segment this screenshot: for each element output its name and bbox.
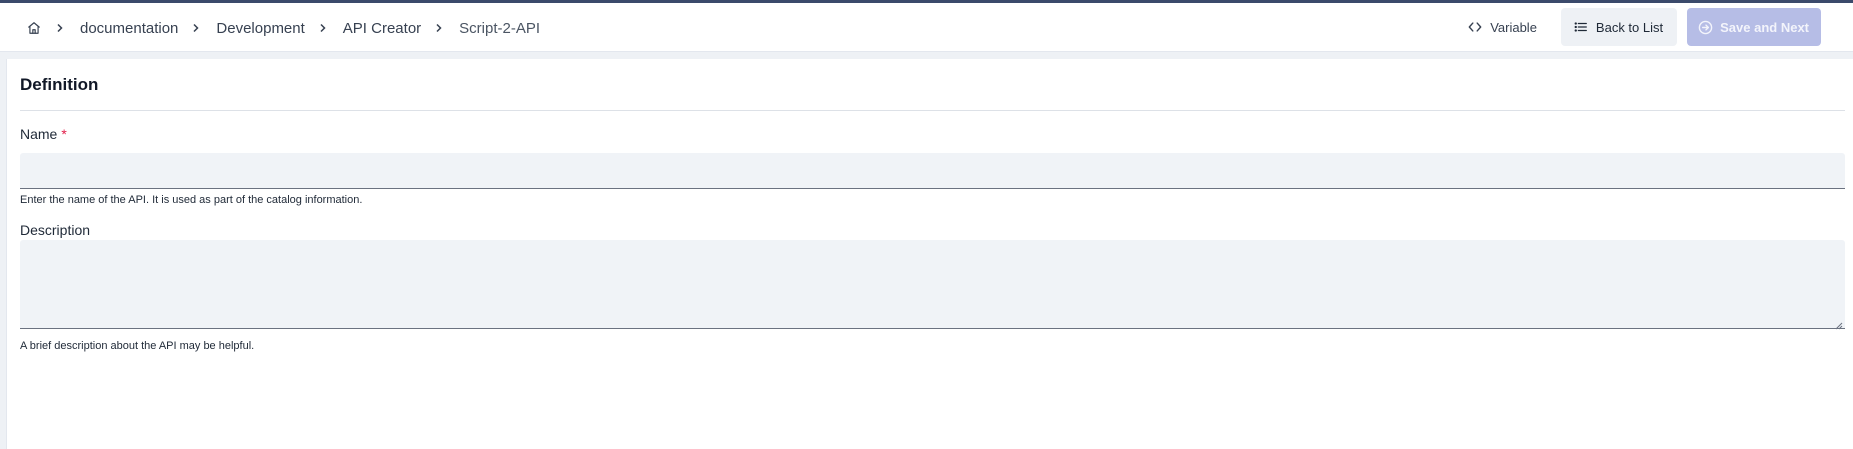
chevron-right-icon [433, 22, 445, 34]
variable-button-label: Variable [1490, 19, 1537, 35]
chevron-right-icon [190, 22, 202, 34]
breadcrumb-item-current: Script-2-API [459, 19, 541, 37]
save-and-next-label: Save and Next [1720, 19, 1809, 35]
definition-form-card: Definition Name * Enter the name of the A… [6, 59, 1853, 449]
name-hint: Enter the name of the API. It is used as… [20, 194, 363, 206]
back-to-list-button[interactable]: Back to List [1560, 8, 1678, 46]
breadcrumb-item-api-creator[interactable]: API Creator [343, 20, 421, 37]
home-icon[interactable] [26, 20, 42, 36]
chevron-right-icon [317, 22, 329, 34]
section-title: Definition [20, 75, 99, 94]
arrow-circle-right-icon [1697, 19, 1713, 35]
variable-button[interactable]: Variable [1455, 8, 1551, 46]
breadcrumb-item-development[interactable]: Development [216, 20, 304, 37]
list-icon [1573, 19, 1589, 35]
top-bar: documentation Development API Creator Sc… [0, 3, 1853, 52]
section-divider [20, 110, 1845, 111]
resize-grip-icon[interactable] [1834, 317, 1843, 330]
code-brackets-icon [1467, 19, 1483, 35]
name-label: Name * [20, 126, 67, 142]
header-actions: Variable Back to List Save and Next [1455, 8, 1821, 46]
description-hint: A brief description about the API may be… [20, 340, 255, 352]
save-and-next-button[interactable]: Save and Next [1687, 8, 1821, 46]
breadcrumb: documentation Development API Creator Sc… [26, 16, 540, 40]
breadcrumb-item-documentation[interactable]: documentation [80, 20, 178, 37]
name-label-text: Name [20, 126, 58, 142]
chevron-right-icon [54, 22, 66, 34]
description-label: Description [20, 222, 91, 238]
name-input[interactable] [20, 153, 1845, 189]
description-textarea[interactable] [20, 240, 1845, 330]
back-to-list-label: Back to List [1595, 19, 1664, 35]
required-marker: * [61, 126, 67, 142]
